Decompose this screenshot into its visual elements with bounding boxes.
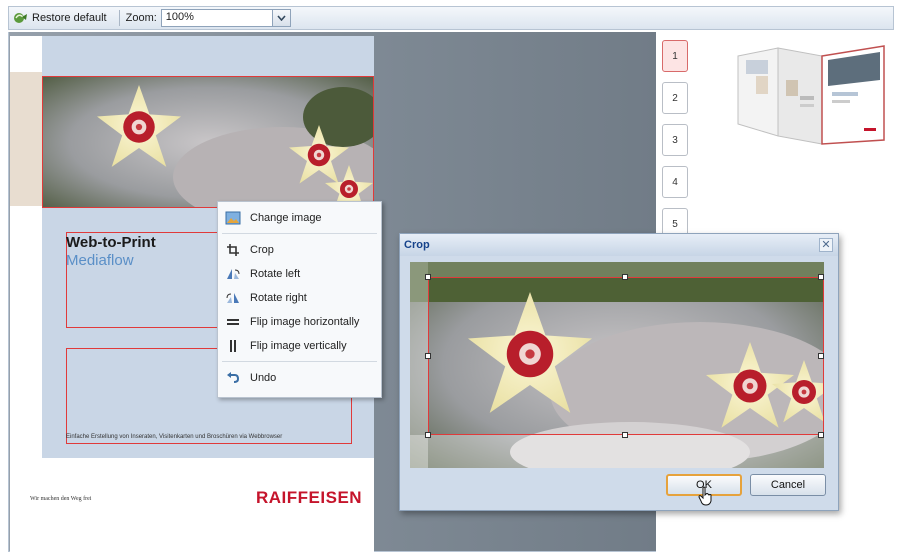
document-body-text: Einfache Erstellung von Inseraten, Visit… xyxy=(66,434,283,440)
page-list: 1 2 3 4 5 xyxy=(662,40,692,250)
crop-dialog: Crop ✕ OK Cancel xyxy=(399,233,839,511)
crop-handle-bottom-left[interactable] xyxy=(425,432,431,438)
image-context-menu: Change image Crop Rotate left Rotate rig… xyxy=(217,201,382,398)
menu-item-label: Change image xyxy=(250,212,322,224)
dialog-title-bar[interactable]: Crop xyxy=(400,234,838,256)
crop-handle-top-left[interactable] xyxy=(425,274,431,280)
restore-default-label: Restore default xyxy=(32,12,107,24)
flower-photo xyxy=(43,77,373,207)
cancel-button[interactable]: Cancel xyxy=(750,474,826,496)
crop-handle-top-right[interactable] xyxy=(818,274,824,280)
crop-handle-right[interactable] xyxy=(818,353,824,359)
menu-item-label: Rotate left xyxy=(250,268,301,280)
crop-icon xyxy=(224,241,242,259)
page-thumb[interactable]: 3 xyxy=(662,124,688,156)
toolbar-divider xyxy=(118,10,120,26)
image-frame[interactable] xyxy=(42,76,374,208)
chevron-down-icon xyxy=(277,12,286,24)
menu-item-label: Undo xyxy=(250,372,277,384)
crop-handle-bottom[interactable] xyxy=(622,432,628,438)
menu-item-rotate-left[interactable]: Rotate left xyxy=(218,262,381,286)
restore-icon xyxy=(13,11,29,25)
page-number: 4 xyxy=(672,176,678,188)
menu-item-crop[interactable]: Crop xyxy=(218,238,381,262)
rotate-left-icon xyxy=(224,265,242,283)
rotate-right-icon xyxy=(224,289,242,307)
page-number: 2 xyxy=(672,92,678,104)
brochure-3d-preview[interactable] xyxy=(734,40,888,158)
crop-handle-bottom-right[interactable] xyxy=(818,432,824,438)
menu-item-flip-horizontal[interactable]: Flip image horizontally xyxy=(218,310,381,334)
crop-handle-top[interactable] xyxy=(622,274,628,280)
page-thumb[interactable]: 2 xyxy=(662,82,688,114)
dialog-title: Crop xyxy=(404,239,430,251)
document-subheadline: Mediaflow xyxy=(66,252,134,269)
page-number: 1 xyxy=(672,50,678,62)
menu-item-undo[interactable]: Undo xyxy=(218,366,381,390)
page-number: 5 xyxy=(672,218,678,230)
document-slogan: Wir machen den Weg frei xyxy=(30,496,92,502)
restore-default-button[interactable]: Restore default xyxy=(9,8,113,28)
page-thumb[interactable]: 1 xyxy=(662,40,688,72)
menu-divider xyxy=(222,361,377,362)
menu-item-flip-vertical[interactable]: Flip image vertically xyxy=(218,334,381,358)
page-accent-stripe xyxy=(10,72,42,206)
close-icon: ✕ xyxy=(821,238,831,251)
document-headline: Web-to-Print xyxy=(66,234,156,251)
brand-logo: RAIFFEISEN xyxy=(256,488,363,507)
menu-divider xyxy=(222,233,377,234)
crop-canvas[interactable] xyxy=(410,262,824,468)
hand-cursor-icon xyxy=(698,486,714,509)
page-thumb[interactable]: 4 xyxy=(662,166,688,198)
menu-item-rotate-right[interactable]: Rotate right xyxy=(218,286,381,310)
toolbar: Restore default Zoom: 100% xyxy=(8,6,894,30)
flip-horizontal-icon xyxy=(224,313,242,331)
close-button[interactable]: ✕ xyxy=(819,238,833,252)
menu-item-label: Rotate right xyxy=(250,292,307,304)
menu-item-label: Flip image horizontally xyxy=(250,316,360,328)
picture-icon xyxy=(224,209,242,227)
zoom-input[interactable]: 100% xyxy=(160,9,273,27)
page-number: 3 xyxy=(672,134,678,146)
menu-item-change-image[interactable]: Change image xyxy=(218,206,381,230)
undo-icon xyxy=(224,369,242,387)
flip-vertical-icon xyxy=(224,337,242,355)
zoom-dropdown-button[interactable] xyxy=(272,9,291,27)
zoom-label: Zoom: xyxy=(125,12,157,24)
menu-item-label: Crop xyxy=(250,244,274,256)
crop-handle-left[interactable] xyxy=(425,353,431,359)
menu-item-label: Flip image vertically xyxy=(250,340,347,352)
crop-selection[interactable] xyxy=(428,277,824,435)
